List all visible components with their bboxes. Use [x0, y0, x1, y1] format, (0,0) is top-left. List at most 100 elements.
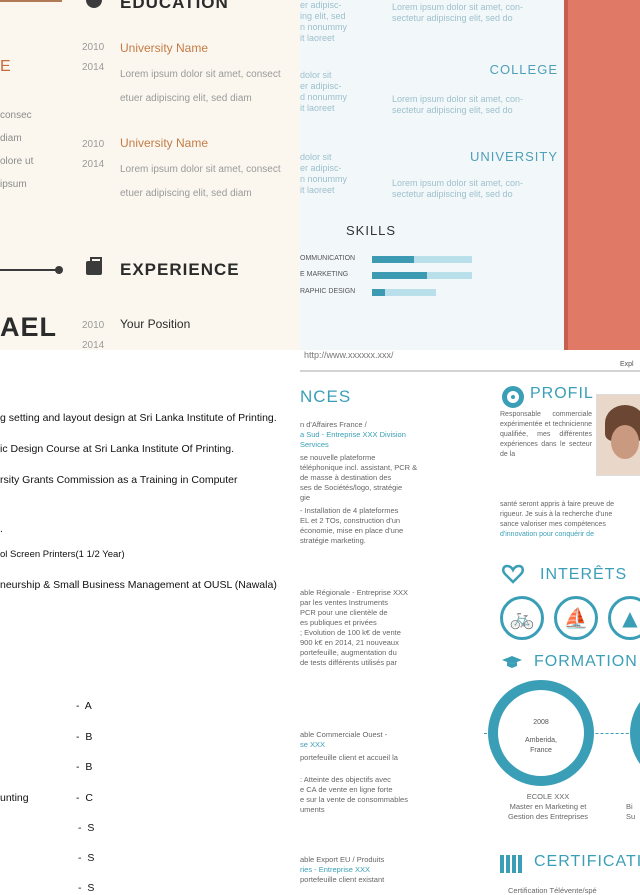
certificate-icon: [500, 855, 522, 873]
skill-bar: [372, 256, 472, 263]
exp-text: de tests différents utilisés par: [300, 658, 397, 667]
position-year-end: 2014: [82, 340, 105, 350]
skill-bar: [372, 272, 472, 279]
cv-line: rsity Grants Commission as a Training in…: [0, 474, 238, 486]
cv-line: ol Screen Printers(1 1/2 Year): [0, 549, 125, 560]
exp-text: able Export EU / Produits: [300, 855, 385, 864]
school-year: 2008: [533, 719, 549, 726]
profil-text: Responsable commerciale expérimentée et …: [500, 411, 592, 458]
experiences-heading: NCES: [300, 387, 352, 406]
school-degree: Bi: [626, 802, 633, 811]
timeline-dot: [55, 266, 63, 274]
skills-heading: SKILLS: [346, 223, 397, 238]
french-resume-panel: http://www.xxxxxx.xxx/ Expl NCES n d'Aff…: [300, 350, 640, 895]
text-fragment: er adipisc- ing elit, sed n nonummy it l…: [300, 0, 348, 43]
exp-text: uments: [300, 805, 325, 814]
exp-text: de masse à destination des: [300, 473, 392, 482]
resume-skills-panel: er adipisc- ing elit, sed n nonummy it l…: [300, 0, 640, 350]
exp-text: portefeuille client et accueil la: [300, 753, 398, 762]
left-fragment: ipsum: [0, 179, 27, 190]
exp-text: - Installation de 4 plateformes: [300, 506, 399, 515]
exp-text: PCR pour une clientèle de: [300, 608, 388, 617]
exp-text: Services: [300, 440, 329, 449]
explore-fragment: Expl: [620, 361, 634, 368]
exp-text: a Sud - Entreprise XXX Division: [300, 430, 406, 439]
text-fragment: Lorem ipsum dolor sit amet, con- sectetu…: [392, 94, 524, 115]
skill-bar-fill: [372, 256, 414, 263]
exp-text: : Atteinte des objectifs avec: [300, 775, 391, 784]
education-heading: EDUCATION: [120, 0, 229, 12]
exp-text: par les ventes Instruments: [300, 598, 388, 607]
text-fragment: dolor sit er adipisc- n nonummy it laore…: [300, 152, 348, 195]
skill-bar: [372, 289, 436, 296]
url-fragment: http://www.xxxxxx.xxx/: [304, 350, 394, 360]
cv-line: .: [0, 523, 3, 535]
university-name: University Name: [120, 41, 209, 55]
certification-heading: CERTIFICATIO: [534, 853, 640, 870]
university-desc: Lorem ipsum dolor sit amet, consect etue…: [120, 69, 281, 104]
text-fragment: Lorem ipsum dolor sit amet, con- sectetu…: [392, 178, 524, 199]
side-color-band: [564, 0, 640, 350]
exp-text: portefeuille, augmentation du: [300, 648, 397, 657]
profil-text: sance valoriser mes compétences: [500, 521, 606, 528]
timeline-line: [0, 269, 58, 271]
school-degree: Gestion des Entreprises: [507, 812, 589, 821]
exp-text: e sur la vente de consommables: [300, 795, 408, 804]
gear-icon: [502, 386, 524, 408]
school-ring: [630, 680, 640, 786]
divider: [300, 370, 640, 372]
exp-text: se nouvelle plateforme: [300, 453, 376, 462]
graduation-cap-icon: [502, 656, 522, 668]
exp-text: ses de Sociétés/logo, stratégie: [300, 483, 403, 492]
text-fragment: dolor sit er adipisc- d nonummy it laore…: [300, 70, 348, 113]
exp-text: EL et 2 TOs, construction d'un: [300, 516, 401, 525]
left-fragment: diam: [0, 133, 22, 144]
school-degree: Su: [626, 812, 636, 821]
heart-icon: [502, 564, 524, 584]
school-place: Amberida, France: [525, 737, 557, 754]
photo-face: [611, 425, 639, 459]
year-end: 2014: [82, 159, 105, 170]
exp-text: se XXX: [300, 740, 326, 749]
sailing-icon: ⛵: [554, 596, 598, 640]
accent-letter: E: [0, 58, 11, 75]
text-fragment: Lorem ipsum dolor sit amet, con- sectetu…: [392, 2, 524, 23]
exp-text: able Commerciale Ouest -: [300, 730, 388, 739]
school-degree: Master en Marketing et: [509, 802, 587, 811]
skill-label: RAPHIC DESIGN: [300, 288, 356, 295]
grade: - B: [76, 761, 93, 773]
certification-text: Certification Télévente/spé: [508, 886, 597, 895]
grade: - S: [78, 882, 95, 894]
formation-heading: FORMATION: [534, 653, 638, 670]
subject-fragment: unting: [0, 792, 29, 804]
grade: - S: [78, 852, 95, 864]
exp-text: ; Evolution de 100 k€ de vente: [300, 628, 401, 637]
exp-text: économie, mise en place d'une: [300, 526, 404, 535]
exp-text: ries - Entreprise XXX: [300, 865, 371, 874]
exp-text: gie: [300, 493, 311, 502]
year-end: 2014: [82, 62, 105, 73]
exp-text: able Régionale - Entreprise XXX: [300, 588, 408, 597]
exp-text: portefeuille client existant: [300, 875, 385, 884]
exp-text: e CA de vente en ligne forte: [300, 785, 393, 794]
name-fragment: AEL: [0, 312, 57, 342]
exp-text: es publiques et privées: [300, 618, 377, 627]
resume-education-panel: EDUCATION E consec diam olore ut ipsum 2…: [0, 0, 300, 350]
skill-bar-fill: [372, 289, 385, 296]
left-fragment: consec: [0, 110, 32, 121]
exp-text: n d'Affaires France /: [300, 420, 367, 429]
exp-text: 900 k€ en 2014, 21 nouveaux: [300, 638, 399, 647]
position-title: Your Position: [120, 317, 191, 331]
skill-bar-fill: [372, 272, 427, 279]
profil-heading: PROFIL: [530, 385, 594, 402]
university-heading: UNIVERSITY: [469, 149, 558, 164]
experience-heading: EXPERIENCE: [120, 260, 240, 279]
profil-text: santé seront appris à faire preuve de: [500, 501, 615, 508]
text-cv-panel: g setting and layout design at Sri Lanka…: [0, 350, 300, 895]
cycling-icon: 🚲: [500, 596, 544, 640]
university-name: University Name: [120, 136, 209, 150]
profil-text: rigueur. Je suis à la recherche d'une: [500, 511, 613, 518]
skill-label: E MARKETING: [300, 271, 349, 278]
timeline-line: [0, 0, 62, 2]
skill-label: OMMUNICATION: [300, 255, 356, 262]
